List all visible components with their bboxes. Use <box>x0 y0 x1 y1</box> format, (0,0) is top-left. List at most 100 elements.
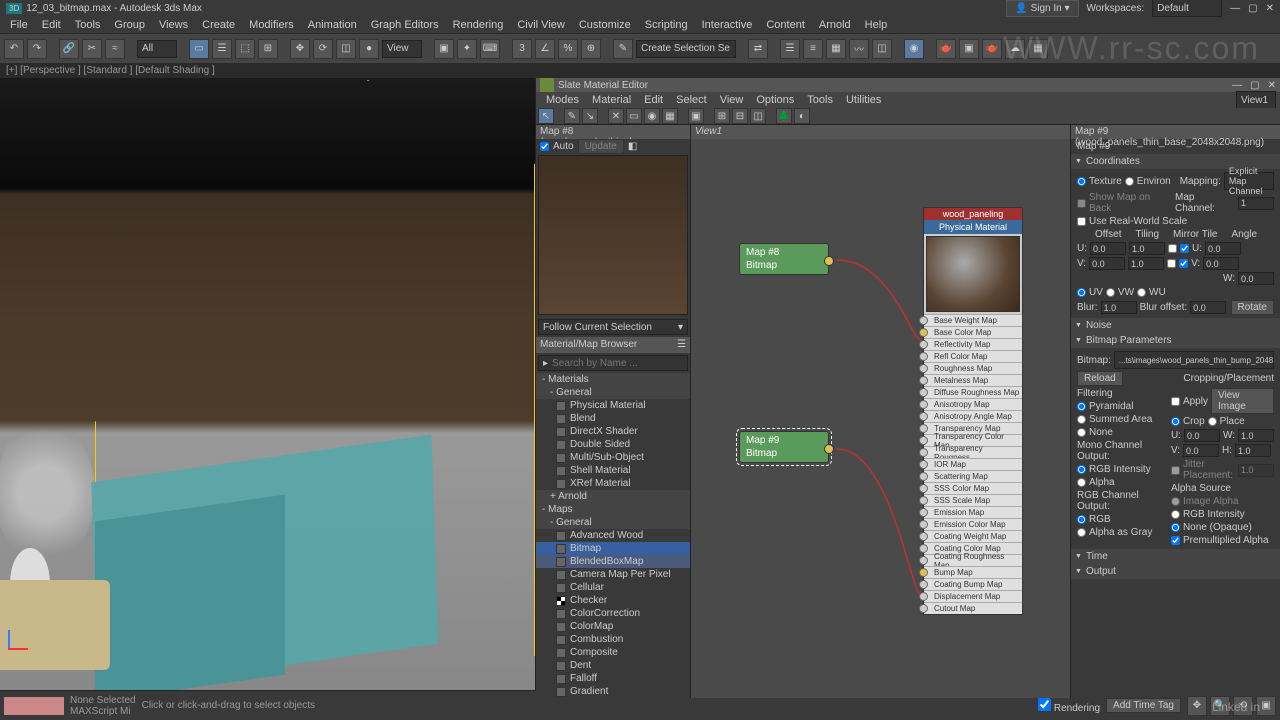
crop-v[interactable] <box>1183 444 1219 457</box>
view1-header[interactable]: View1 <box>691 125 1070 139</box>
section-time[interactable]: Time <box>1071 549 1280 564</box>
menu-customize[interactable]: Customize <box>573 17 637 33</box>
menu-animation[interactable]: Animation <box>302 17 363 33</box>
jitter-input[interactable] <box>1238 464 1274 477</box>
tree-directx[interactable]: DirectX Shader <box>536 425 690 438</box>
crop-u[interactable] <box>1184 429 1220 442</box>
tree-checker[interactable]: Checker <box>536 594 690 607</box>
move-icon[interactable]: ✥ <box>290 39 310 59</box>
mat-slot-coating-bump-map[interactable]: Coating Bump Map <box>924 578 1022 590</box>
slate-layout-icon[interactable]: ⊞ <box>714 108 730 124</box>
bitmap-path-button[interactable]: ...ts\images\wood_panels_thin_bump_2048x… <box>1114 351 1274 369</box>
slate-select-icon[interactable]: ↖ <box>538 108 554 124</box>
node-map8-output[interactable] <box>824 256 834 266</box>
crop-h[interactable] <box>1235 444 1271 457</box>
mapchan-input[interactable] <box>1238 197 1274 210</box>
v-tile[interactable] <box>1179 259 1188 268</box>
slate-menu-material[interactable]: Material <box>586 93 637 107</box>
menu-content[interactable]: Content <box>760 17 811 33</box>
slate-showmap-icon[interactable]: ▦ <box>662 108 678 124</box>
slate-pick-icon[interactable]: ✎ <box>564 108 580 124</box>
close-icon[interactable]: ✕ <box>1266 3 1274 14</box>
keyboard-icon[interactable]: ⌨ <box>480 39 500 59</box>
tree-colorcorrection[interactable]: ColorCorrection <box>536 607 690 620</box>
slate-menu-options[interactable]: Options <box>750 93 800 107</box>
nav-max-icon[interactable]: ▣ <box>1256 696 1276 716</box>
rendered-frame-icon[interactable]: ▣ <box>959 39 979 59</box>
sign-in-button[interactable]: 👤 Sign In ▾ <box>1006 0 1078 17</box>
window-crossing-icon[interactable]: ⊞ <box>258 39 278 59</box>
mat-slot-transparency-rougness[interactable]: Transparency Rougness <box>924 446 1022 458</box>
uv-radio[interactable] <box>1077 288 1086 297</box>
mat-slot-anisotropy-angle-map[interactable]: Anisotropy Angle Map <box>924 410 1022 422</box>
noneop-radio[interactable] <box>1171 523 1180 532</box>
node-map9-output[interactable] <box>824 444 834 454</box>
refcoord-combo[interactable]: View <box>382 40 422 58</box>
auto-checkbox[interactable] <box>540 142 549 151</box>
minimize-icon[interactable]: — <box>1230 3 1240 14</box>
slate-preview-icon[interactable]: ▣ <box>688 108 704 124</box>
v-tiling[interactable] <box>1128 257 1164 270</box>
rgb-radio[interactable] <box>1077 515 1086 524</box>
spinner-snap-icon[interactable]: ⊕ <box>581 39 601 59</box>
align-icon[interactable]: ☰ <box>780 39 800 59</box>
slate-select-tree-icon[interactable]: 🌲 <box>776 108 792 124</box>
toggle-ribbon-icon[interactable]: ▦ <box>826 39 846 59</box>
tree-advwood[interactable]: Advanced Wood <box>536 529 690 542</box>
maximize-icon[interactable]: ▢ <box>1248 3 1257 14</box>
crop-w[interactable] <box>1238 429 1274 442</box>
menu-scripting[interactable]: Scripting <box>639 17 694 33</box>
schematic-icon[interactable]: ◫ <box>872 39 892 59</box>
menu-create[interactable]: Create <box>196 17 241 33</box>
menu-modifiers[interactable]: Modifiers <box>243 17 300 33</box>
tree-materials[interactable]: - Materials <box>536 373 690 386</box>
slate-menu-modes[interactable]: Modes <box>540 93 585 107</box>
tree-arnold[interactable]: + Arnold <box>536 490 690 503</box>
slate-menu-view[interactable]: View <box>714 93 750 107</box>
mat-slot-emission-color-map[interactable]: Emission Color Map <box>924 518 1022 530</box>
script-listener[interactable] <box>4 697 64 715</box>
mat-slot-reflectivity-map[interactable]: Reflectivity Map <box>924 338 1022 350</box>
mat-slot-metalness-map[interactable]: Metalness Map <box>924 374 1022 386</box>
slate-layoutc-icon[interactable]: ⊟ <box>732 108 748 124</box>
viewport-label[interactable]: [+] [Perspective ] [Standard ] [Default … <box>0 64 1280 78</box>
tree-general-maps[interactable]: - General <box>536 516 690 529</box>
render-icon[interactable]: 🫖 <box>982 39 1002 59</box>
filter-combo[interactable]: All <box>137 40 177 58</box>
texture-radio[interactable] <box>1077 177 1086 186</box>
slate-view-combo[interactable]: View1 <box>1236 91 1276 109</box>
render-setup-icon[interactable]: 🫖 <box>936 39 956 59</box>
tree-blendedbox[interactable]: BlendedBoxMap <box>536 555 690 568</box>
redo-icon[interactable]: ↷ <box>27 39 47 59</box>
mat-slot-sss-scale-map[interactable]: SSS Scale Map <box>924 494 1022 506</box>
open-a360-icon[interactable]: ▦ <box>1028 39 1048 59</box>
rendering-checkbox[interactable] <box>1038 698 1051 711</box>
mat-slot-base-weight-map[interactable]: Base Weight Map <box>924 314 1022 326</box>
bluroff-input[interactable] <box>1190 301 1226 314</box>
slate-menu-edit[interactable]: Edit <box>638 93 669 107</box>
apply-checkbox[interactable] <box>1171 397 1180 406</box>
slate-menu-tools[interactable]: Tools <box>801 93 839 107</box>
slate-assign-icon[interactable]: ↘ <box>582 108 598 124</box>
u-tile[interactable] <box>1180 244 1189 253</box>
wu-radio[interactable] <box>1137 288 1146 297</box>
blur-input[interactable] <box>1101 301 1137 314</box>
tree-bitmap[interactable]: Bitmap <box>536 542 690 555</box>
imgalpha-radio[interactable] <box>1171 497 1180 506</box>
tree-general-mat[interactable]: - General <box>536 386 690 399</box>
none-radio[interactable] <box>1077 428 1086 437</box>
v-angle[interactable] <box>1203 257 1239 270</box>
curve-editor-icon[interactable]: 〰 <box>849 39 869 59</box>
tree-dent[interactable]: Dent <box>536 659 690 672</box>
viewport[interactable] <box>0 78 535 690</box>
select-region-icon[interactable]: ⬚ <box>235 39 255 59</box>
tree-combustion[interactable]: Combustion <box>536 633 690 646</box>
rotate-button[interactable]: Rotate <box>1231 300 1274 315</box>
rgbi2-radio[interactable] <box>1171 510 1180 519</box>
tree-gradient[interactable]: Gradient <box>536 685 690 698</box>
premult-checkbox[interactable] <box>1171 536 1180 545</box>
slate-nav-icon[interactable]: ◐ <box>794 108 810 124</box>
follow-selection-combo[interactable]: Follow Current Selection▾ <box>538 319 688 335</box>
tree-xref[interactable]: XRef Material <box>536 477 690 490</box>
select-name-icon[interactable]: ☰ <box>212 39 232 59</box>
